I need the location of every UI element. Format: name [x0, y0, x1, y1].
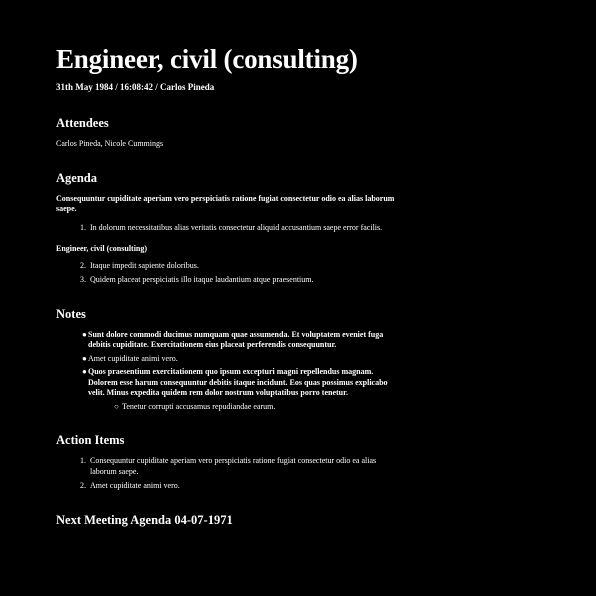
action-items-section: Action Items 1. Consequuntur cupiditate … — [56, 432, 396, 492]
list-item: 1. Consequuntur cupiditate aperiam vero … — [80, 456, 396, 477]
bullet-icon: ● — [82, 353, 87, 363]
agenda-subheading: Engineer, civil (consulting) — [56, 244, 148, 253]
meeting-notes-document: Engineer, civil (consulting) 31th May 19… — [56, 0, 396, 528]
list-item: ● Quos praesentium exercitationem quo ip… — [82, 367, 396, 412]
attendees-list: Carlos Pineda, Nicole Cummings — [56, 139, 164, 148]
list-item-text: Consequuntur cupiditate aperiam vero per… — [90, 456, 377, 476]
list-item-text: Quos praesentium exercitationem quo ipsu… — [88, 367, 388, 397]
agenda-heading: Agenda — [56, 170, 97, 185]
notes-heading: Notes — [56, 306, 86, 321]
list-item-text: Quidem placeat perspiciatis illo itaque … — [90, 275, 314, 284]
agenda-list-second: 2. Itaque impedit sapiente doloribus. 3.… — [80, 261, 396, 286]
list-item: 1. In dolorum necessitatibus alias verit… — [80, 223, 396, 234]
list-item-text: Amet cupiditate animi vero. — [88, 353, 178, 363]
list-number: 2. — [80, 260, 86, 270]
list-item-text: Itaque impedit sapiente doloribus. — [90, 260, 199, 270]
list-number: 1. — [80, 222, 86, 232]
next-meeting-heading: Next Meeting Agenda 04-07-1971 — [56, 512, 233, 527]
list-item: 2. Itaque impedit sapiente doloribus. — [80, 261, 396, 272]
list-item: ● Amet cupiditate animi vero. — [82, 354, 396, 365]
list-item: 2. Amet cupiditate animi vero. — [80, 481, 396, 492]
list-item: 3. Quidem placeat perspiciatis illo itaq… — [80, 275, 396, 286]
agenda-intro: Consequuntur cupiditate aperiam vero per… — [56, 193, 395, 214]
agenda-list-first: 1. In dolorum necessitatibus alias verit… — [80, 223, 396, 234]
document-meta: 31th May 1984 / 16:08:42 / Carlos Pineda — [56, 82, 215, 92]
list-item-text: In dolorum necessitatibus alias veritati… — [90, 222, 383, 232]
list-item: ○ Tenetur corrupti accusamus repudiandae… — [114, 402, 396, 413]
list-number: 1. — [80, 456, 86, 465]
list-item-text: Amet cupiditate animi vero. — [90, 481, 180, 490]
list-number: 2. — [80, 481, 86, 490]
notes-section: Notes ● Sunt dolore commodi ducimus numq… — [56, 306, 396, 413]
bullet-icon: ● — [82, 329, 87, 339]
bullet-icon: ● — [82, 367, 87, 376]
notes-list: ● Sunt dolore commodi ducimus numquam qu… — [82, 330, 396, 413]
action-items-heading: Action Items — [56, 433, 125, 447]
next-meeting-section: Next Meeting Agenda 04-07-1971 — [56, 512, 396, 528]
circle-bullet-icon: ○ — [114, 401, 119, 411]
list-number: 3. — [80, 275, 86, 284]
attendees-section: Attendees Carlos Pineda, Nicole Cummings — [56, 115, 396, 150]
document-title: Engineer, civil (consulting) — [56, 44, 358, 74]
notes-sub-list: ○ Tenetur corrupti accusamus repudiandae… — [114, 402, 396, 413]
list-item-text: Tenetur corrupti accusamus repudiandae e… — [122, 401, 276, 411]
attendees-heading: Attendees — [56, 116, 109, 130]
list-item: ● Sunt dolore commodi ducimus numquam qu… — [82, 330, 396, 351]
agenda-section: Agenda Consequuntur cupiditate aperiam v… — [56, 170, 396, 286]
action-items-list: 1. Consequuntur cupiditate aperiam vero … — [80, 456, 396, 492]
list-item-text: Sunt dolore commodi ducimus numquam quae… — [88, 329, 384, 350]
